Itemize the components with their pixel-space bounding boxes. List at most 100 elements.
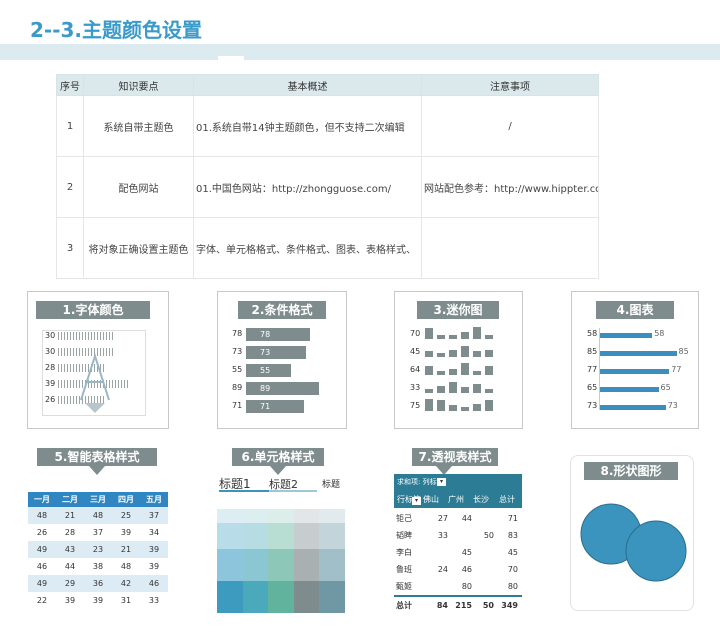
table-cell: 80 [507, 582, 518, 591]
sparkline-column [485, 400, 493, 411]
cf-data-bar: 89 [246, 382, 319, 395]
chart-bar-area: 58 85 77 65 73 [600, 326, 696, 416]
table-cell [476, 510, 498, 527]
table-row: 钜己 27 44 71 [394, 510, 522, 527]
sparkline-column [461, 346, 469, 357]
font-value: 28 [45, 363, 56, 372]
table-row: 1 系统自带主题色 01.系统自带14钟主题颜色，但不支持二次编辑 / [56, 95, 599, 157]
color-swatch [319, 523, 345, 549]
cf-data-bar: 78 [246, 328, 310, 341]
table-cell: 2 [56, 156, 84, 218]
table-cell: 84 [426, 595, 452, 614]
sparkline-card: 3.迷你图 70 45 64 33 75 [394, 291, 523, 429]
chart-tick: 77 [587, 365, 598, 374]
table-cell: 网站配色参考：http://www.hippter.cor [421, 156, 599, 218]
down-arrow-icon [270, 466, 286, 475]
cell-style-label: 6.单元格样式 [232, 448, 324, 466]
table-cell [426, 578, 452, 596]
color-swatch [319, 581, 345, 613]
cf-value: 78 [232, 329, 243, 338]
sparkline-column [473, 351, 481, 357]
table-cell: 46 [36, 562, 48, 571]
table-cell: 46 [140, 575, 168, 592]
chart-data-label: 65 [660, 383, 671, 392]
table-cell: 鲁班 [396, 565, 412, 574]
table-cell [476, 544, 498, 561]
table-cell: 33 [437, 531, 448, 540]
sparkline-column [485, 334, 493, 339]
table-cell: 3 [56, 217, 84, 279]
font-value: 30 [45, 331, 56, 340]
sparkline-column [449, 382, 457, 393]
table-cell: 29 [56, 575, 84, 592]
page-title: 2--3.主题颜色设置 [30, 18, 203, 42]
title-band [0, 44, 720, 60]
pivot-total-row: 总计 84 215 50 349 [394, 595, 522, 614]
table-cell: 39 [148, 562, 160, 571]
sparkline-column [461, 406, 469, 411]
table-cell: 83 [507, 531, 518, 540]
sparkline-column [473, 370, 481, 375]
table-row: 22 39 39 31 33 [28, 592, 168, 609]
sparkline-label: 3.迷你图 [417, 301, 499, 319]
chart-bar [600, 405, 666, 410]
chart-card: 4.图表 58 85 77 65 73 58 85 77 65 73 [571, 291, 699, 429]
table-cell: 21 [56, 507, 84, 524]
font-value: 30 [45, 347, 56, 356]
chart-label: 4.图表 [596, 301, 674, 319]
table-cell: 01.中国色网站：http://zhongguose.com/ [193, 156, 422, 218]
chart-bar [600, 387, 659, 392]
color-swatch [217, 523, 243, 549]
table-cell: 80 [461, 582, 472, 591]
color-swatch [242, 509, 269, 523]
col-header-no: 序号 [56, 74, 84, 96]
heading-1-underline [219, 490, 273, 492]
table-row: 李白 45 45 [394, 544, 522, 561]
letter-a-icon [80, 352, 110, 401]
smart-table-header: 四月 [112, 492, 140, 507]
chart-bar [600, 333, 653, 338]
table-cell: 44 [64, 562, 76, 571]
table-cell: 字体、单元格格式、条件格式、图表、表格样式、 [193, 217, 422, 279]
table-cell: 韬睥 [396, 531, 412, 540]
pivot-table: 钜己 27 44 71 韬睥 33 50 83 李白 45 45 鲁班 24 46 70 甄姬 80 80 总计 84… [394, 510, 522, 614]
spark-value: 64 [410, 365, 421, 374]
table-cell [421, 217, 599, 279]
shape-card: 8.形状图形 [570, 455, 694, 611]
chart-tick: 85 [587, 347, 598, 356]
spark-value: 75 [410, 401, 421, 410]
table-cell: 钜己 [396, 514, 412, 523]
table-row: 2 配色网站 01.中国色网站：http://zhongguose.com/ 网… [56, 156, 599, 218]
row-filter-dropdown-icon[interactable]: ▾ [412, 497, 421, 505]
color-swatch [293, 523, 320, 549]
color-swatch [242, 523, 269, 549]
sparkline-column [437, 370, 445, 375]
table-cell [426, 544, 452, 561]
down-arrow-icon [89, 466, 105, 475]
sparkline-column [449, 369, 457, 375]
table-cell: 系统自带主题色 [83, 95, 194, 157]
title-notch [218, 56, 244, 62]
table-cell: 01.系统自带14钟主题颜色，但不支持二次编辑 [193, 95, 422, 157]
color-swatch [319, 509, 345, 523]
table-cell: 配色网站 [83, 156, 194, 218]
cf-data-bar: 71 [246, 400, 304, 413]
table-cell: 38 [92, 562, 104, 571]
cf-value: 55 [232, 365, 243, 374]
pivot-col-header: 总计 [499, 495, 515, 504]
table-row: 3 将对象正确设置主题色 字体、单元格格式、条件格式、图表、表格样式、 [56, 217, 599, 279]
table-cell: 将对象正确设置主题色 [83, 217, 194, 279]
smart-table-header: 五月 [140, 492, 168, 507]
cell-style-swatches [217, 509, 345, 613]
pivot-col-header: 广州 [448, 495, 464, 504]
sparkline-column [449, 405, 457, 411]
heading-2-underline [269, 490, 317, 492]
pivot-col-header: 佛山 [423, 495, 439, 504]
sparkline-column [437, 400, 445, 411]
spark-value: 45 [410, 347, 421, 356]
chart-data-label: 73 [667, 401, 678, 410]
table-row: 48 21 48 25 37 [28, 507, 168, 524]
filter-dropdown-icon[interactable]: ▾ [437, 478, 446, 486]
color-swatch [268, 523, 294, 549]
table-cell: 28 [64, 528, 76, 537]
